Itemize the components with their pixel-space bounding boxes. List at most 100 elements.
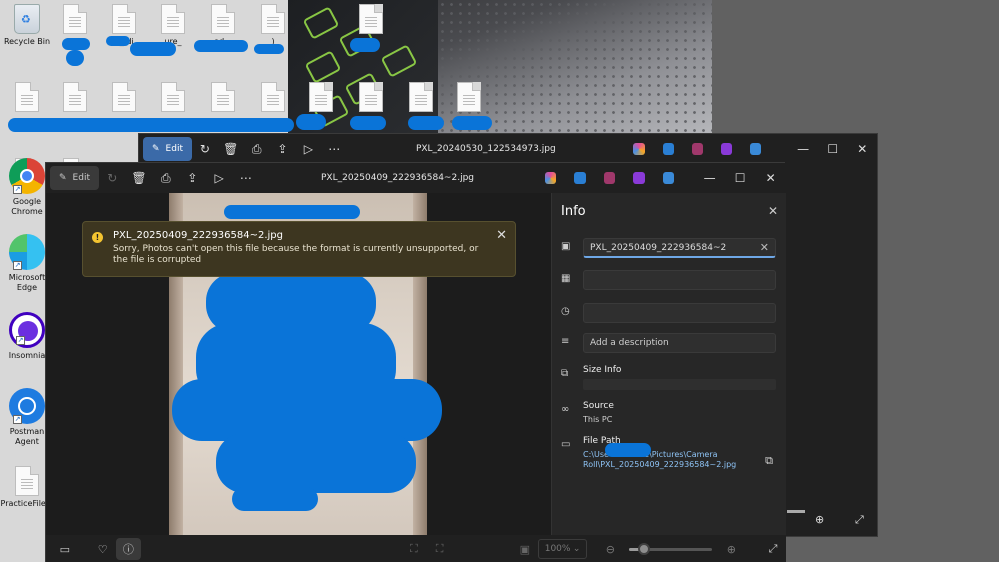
- error-close-button[interactable]: ✕: [496, 228, 507, 243]
- clipchamp-icon[interactable]: [603, 172, 616, 184]
- clear-name-button[interactable]: ✕: [760, 241, 769, 254]
- file-icon: [211, 4, 235, 34]
- back-minimize-button[interactable]: —: [788, 137, 818, 161]
- wallpaper-key: [380, 44, 418, 78]
- back-titlebar[interactable]: ✎ Edit ↻ 🗑 ⎙ ⇪ ▷ ⋯ PXL_20240530_12253497…: [139, 134, 877, 164]
- copilot-icon[interactable]: [544, 172, 557, 184]
- date-field[interactable]: [583, 270, 776, 290]
- file-icon: [63, 82, 87, 112]
- redaction-mark: [408, 116, 444, 130]
- slideshow-icon[interactable]: ▷: [206, 166, 233, 190]
- back-close-button[interactable]: ✕: [848, 137, 878, 161]
- more-icon[interactable]: ⋯: [321, 137, 347, 161]
- more-icon[interactable]: ⋯: [233, 166, 260, 190]
- zoom-slider-thumb[interactable]: [638, 542, 651, 555]
- time-field[interactable]: [583, 303, 776, 323]
- desktop-file[interactable]: [196, 82, 250, 115]
- image-preview-icon[interactable]: ▣: [512, 538, 538, 560]
- recycle-bin[interactable]: ♻ Recycle Bin: [0, 4, 54, 47]
- redaction-mark: [605, 443, 651, 457]
- front-titlebar[interactable]: ✎ Edit ↻ 🗑 ⎙ ⇪ ▷ ⋯ PXL_20250409_22293658…: [46, 163, 786, 193]
- rotate-icon[interactable]: ↻: [99, 166, 126, 190]
- zoom-in-icon[interactable]: ⊕: [718, 538, 744, 560]
- fullscreen-icon[interactable]: ⤢: [760, 538, 786, 560]
- desktop-file[interactable]: [344, 82, 398, 115]
- file-path-line2[interactable]: Roll\PXL_20250409_222936584~2.jpg: [583, 460, 738, 470]
- front-edit-label: Edit: [72, 173, 90, 183]
- clock-calendar-icon: ◷: [561, 306, 570, 317]
- front-edit-button[interactable]: ✎ Edit: [50, 166, 99, 190]
- share-icon[interactable]: ⇪: [270, 137, 296, 161]
- zoom-dropdown[interactable]: 100% ⌄: [537, 539, 588, 559]
- desktop-file[interactable]: ): [246, 4, 300, 47]
- clipchamp-icon[interactable]: [691, 143, 703, 155]
- video-editor-icon[interactable]: [633, 172, 645, 184]
- size-info-icon: ⧉: [561, 368, 569, 379]
- front-maximize-button[interactable]: ☐: [725, 166, 756, 190]
- file-icon: [15, 82, 39, 112]
- front-minimize-button[interactable]: —: [694, 166, 725, 190]
- warning-icon: !: [92, 232, 103, 243]
- file-icon: [457, 82, 481, 112]
- redaction-mark: [296, 114, 326, 130]
- recycle-bin-label: Recycle Bin: [3, 37, 51, 46]
- slideshow-icon[interactable]: ▷: [295, 137, 321, 161]
- back-edit-label: Edit: [165, 144, 183, 154]
- desktop-file[interactable]: [246, 82, 300, 115]
- onedrive-icon[interactable]: [662, 172, 674, 184]
- insomnia-icon: ↗: [9, 312, 45, 348]
- zoom-value: 100%: [544, 544, 571, 554]
- size-info-value: [583, 379, 776, 390]
- redaction-mark: [106, 36, 130, 46]
- back-edit-button[interactable]: ✎ Edit: [143, 137, 192, 161]
- desktop-file[interactable]: [48, 82, 102, 115]
- desktop-file[interactable]: ure_: [146, 4, 200, 47]
- desktop-file[interactable]: [0, 82, 54, 115]
- front-file-name: PXL_20250409_222936584~2.jpg: [320, 173, 474, 183]
- image-canvas[interactable]: ! PXL_20250409_222936584~2.jpg Sorry, Ph…: [46, 193, 551, 535]
- paint-icon[interactable]: [574, 172, 586, 184]
- desktop-file[interactable]: [146, 82, 200, 115]
- print-icon[interactable]: ⎙: [152, 166, 179, 190]
- rotate-icon[interactable]: ↻: [192, 137, 218, 161]
- zoom-out-icon[interactable]: ⊖: [597, 538, 623, 560]
- filmstrip-icon[interactable]: ▭: [52, 538, 78, 560]
- desktop-file[interactable]: [97, 82, 151, 115]
- desktop-file[interactable]: [442, 82, 496, 115]
- desktop-code-file[interactable]: [294, 82, 348, 115]
- folder-icon: ▭: [561, 439, 571, 450]
- redaction-mark: [232, 487, 318, 511]
- chevron-down-icon: ⌄: [572, 544, 581, 554]
- info-icon[interactable]: ⓘ: [115, 538, 142, 560]
- front-close-button[interactable]: ✕: [755, 166, 786, 190]
- redaction-mark: [8, 118, 294, 132]
- trash-icon[interactable]: 🗑: [126, 166, 153, 190]
- onedrive-icon[interactable]: [749, 143, 761, 155]
- zoom-in-icon[interactable]: ⊕: [815, 513, 824, 526]
- heart-icon[interactable]: ♡: [90, 538, 116, 560]
- file-name-input[interactable]: PXL_20250409_222936584~2 ✕: [583, 238, 776, 258]
- file-icon: [112, 82, 136, 112]
- fit-icon[interactable]: ⛶: [401, 538, 427, 560]
- photos-window-front[interactable]: ✎ Edit ↻ 🗑 ⎙ ⇪ ▷ ⋯ PXL_20250409_22293658…: [45, 162, 786, 562]
- trash-icon[interactable]: 🗑: [218, 137, 244, 161]
- zoom-slider[interactable]: [629, 542, 713, 555]
- wallpaper-key: [302, 6, 340, 40]
- desktop-file[interactable]: [394, 82, 448, 115]
- expand-icon[interactable]: ⤢: [855, 513, 864, 527]
- paint-icon[interactable]: [662, 143, 674, 155]
- share-icon[interactable]: ⇪: [179, 166, 206, 190]
- video-editor-icon[interactable]: [720, 143, 732, 155]
- file-icon: [261, 82, 285, 112]
- print-icon[interactable]: ⎙: [244, 137, 270, 161]
- back-zoom-track[interactable]: [787, 510, 805, 513]
- file-icon: [161, 4, 185, 34]
- copilot-icon[interactable]: [633, 143, 645, 155]
- redaction-mark: [172, 379, 442, 441]
- description-input[interactable]: Add a description: [583, 333, 776, 353]
- copy-icon[interactable]: ⧉: [765, 454, 773, 468]
- info-close-button[interactable]: ✕: [768, 204, 778, 218]
- actual-size-icon[interactable]: ⛶: [427, 538, 453, 560]
- back-maximize-button[interactable]: ☐: [818, 137, 848, 161]
- postman-icon: ↗: [9, 388, 45, 424]
